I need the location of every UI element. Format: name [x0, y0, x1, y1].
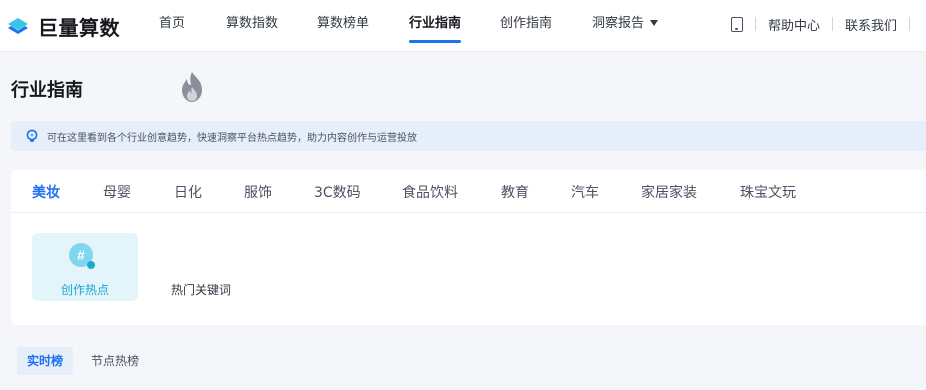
- nav-item-creation-guide[interactable]: 创作指南: [500, 14, 552, 34]
- tab-jewelry-collectibles[interactable]: 珠宝文玩: [740, 183, 796, 203]
- tab-daily-chemicals[interactable]: 日化: [174, 183, 202, 203]
- feature-hot-keywords[interactable]: 热门关键词: [148, 233, 254, 301]
- tab-holiday-ranking[interactable]: 节点热榜: [91, 347, 139, 375]
- industry-tabs: 美妆 母婴 日化 服饰 3C数码 食品饮料 教育 汽车 家居家装 珠宝文玩: [11, 170, 926, 214]
- nav-item-industry-guide[interactable]: 行业指南: [409, 14, 462, 43]
- info-banner: 可在这里看到各个行业创意趋势，快速洞察平台热点趋势，助力内容创作与运营投放: [11, 121, 926, 151]
- divider: [832, 17, 834, 31]
- page-title: 行业指南: [11, 80, 83, 101]
- tab-automotive[interactable]: 汽车: [571, 183, 599, 203]
- nav-item-rankings[interactable]: 算数榜单: [317, 14, 369, 34]
- divider: [755, 17, 756, 31]
- industry-card: 美妆 母婴 日化 服饰 3C数码 食品饮料 教育 汽车 家居家装 珠宝文玩 # …: [11, 170, 926, 325]
- nav-item-home[interactable]: 首页: [159, 14, 185, 34]
- tabs-divider: [11, 212, 926, 213]
- logo[interactable]: 巨量算数: [6, 10, 120, 42]
- contact-us-link[interactable]: 联系我们: [845, 15, 897, 34]
- tab-realtime-ranking[interactable]: 实时榜: [17, 347, 74, 375]
- top-navigation-bar: 巨量算数 首页 算数指数 算数榜单 行业指南 创作指南 洞察报告 帮助中心 联系…: [0, 0, 926, 52]
- tab-education[interactable]: 教育: [501, 183, 529, 203]
- tab-apparel[interactable]: 服饰: [244, 183, 272, 203]
- help-center-link[interactable]: 帮助中心: [768, 15, 820, 34]
- info-banner-text: 可在这里看到各个行业创意趋势，快速洞察平台热点趋势，助力内容创作与运营投放: [47, 132, 417, 144]
- hashtag-search-icon: #: [69, 243, 95, 269]
- fire-icon: [182, 72, 202, 102]
- svg-text:#: #: [77, 247, 85, 263]
- logo-icon: [8, 18, 28, 34]
- caret-down-icon: [650, 19, 659, 26]
- tab-maternity[interactable]: 母婴: [103, 183, 131, 203]
- mobile-phone-icon[interactable]: [731, 16, 743, 32]
- tab-food-beverage[interactable]: 食品饮料: [402, 183, 458, 203]
- divider: [909, 17, 911, 31]
- tab-home-furnishing[interactable]: 家居家装: [641, 183, 697, 203]
- feature-label: 热门关键词: [170, 283, 231, 297]
- feature-label: 创作热点: [60, 283, 109, 297]
- lightbulb-icon: [26, 129, 38, 142]
- tab-beauty[interactable]: 美妆: [32, 183, 60, 203]
- nav-item-index[interactable]: 算数指数: [226, 14, 278, 34]
- nav-item-label: 洞察报告: [592, 16, 645, 31]
- feature-creation-hotspots[interactable]: # 创作热点: [32, 233, 138, 301]
- brand-name: 巨量算数: [38, 15, 120, 40]
- active-nav-indicator: [409, 40, 462, 43]
- nav-item-insight-reports[interactable]: 洞察报告: [592, 14, 659, 34]
- utility-links: 帮助中心 联系我们: [731, 14, 922, 34]
- nav-item-label: 行业指南: [409, 16, 462, 31]
- tab-3c-digital[interactable]: 3C数码: [314, 183, 361, 203]
